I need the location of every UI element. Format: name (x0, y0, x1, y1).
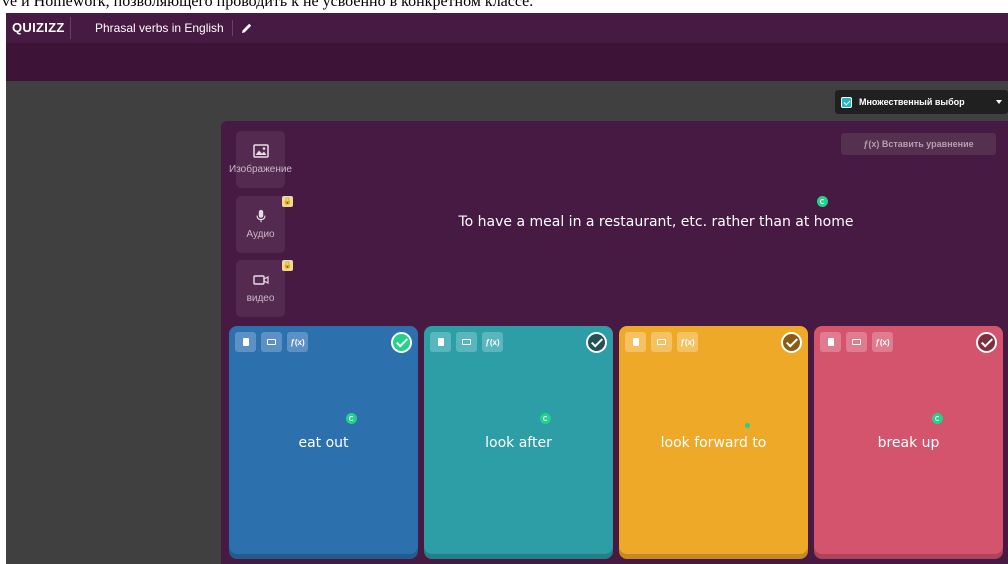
answer-options: ƒ(x) eat out ƒ(x) look after ƒ(x) look forwar… (229, 326, 1008, 559)
question-type-select[interactable]: Множественный выбор (835, 90, 1008, 114)
answer-toolbar: ƒ(x) (235, 332, 308, 352)
answer-image-button[interactable] (456, 332, 477, 352)
delete-answer-button[interactable] (820, 332, 841, 352)
video-icon (252, 275, 269, 285)
answer-text-input[interactable]: break up (814, 435, 1003, 451)
grammar-check-icon[interactable] (932, 413, 943, 424)
mark-correct-toggle[interactable] (976, 332, 997, 353)
image-icon (462, 339, 471, 345)
trash-icon (632, 338, 639, 346)
delete-answer-button[interactable] (625, 332, 646, 352)
delete-answer-button[interactable] (235, 332, 256, 352)
image-icon (267, 339, 276, 345)
answer-card[interactable]: ƒ(x) break up (814, 326, 1003, 559)
quiz-title[interactable]: Phrasal verbs in English (71, 20, 233, 36)
mark-correct-toggle[interactable] (586, 332, 607, 353)
chevron-down-icon (996, 100, 1002, 104)
question-editor: Изображение Аудио 🔒 видео 🔒 ƒ(x) Вставит… (221, 121, 1008, 564)
trash-icon (437, 338, 444, 346)
image-icon (252, 144, 269, 158)
grammar-check-icon[interactable] (540, 413, 551, 424)
answer-card[interactable]: ƒ(x) eat out (229, 326, 418, 559)
question-text-input[interactable]: To have a meal in a restaurant, etc. rat… (426, 214, 886, 230)
top-bar: QUIZIZZ Phrasal verbs in English (6, 13, 1008, 43)
answer-equation-button[interactable]: ƒ(x) (677, 332, 698, 352)
answer-card[interactable]: ƒ(x) look after (424, 326, 613, 559)
add-image-button[interactable]: Изображение (229, 131, 292, 188)
audio-label: Аудио (246, 229, 275, 240)
answer-image-button[interactable] (846, 332, 867, 352)
answer-equation-button[interactable]: ƒ(x) (287, 332, 308, 352)
pencil-icon[interactable] (241, 22, 253, 34)
answer-image-button[interactable] (261, 332, 282, 352)
answer-equation-button[interactable]: ƒ(x) (482, 332, 503, 352)
question-type-label: Множественный выбор (859, 97, 965, 107)
image-icon (852, 339, 861, 345)
mark-correct-toggle[interactable] (391, 332, 412, 353)
grammar-check-icon[interactable] (745, 423, 750, 428)
grammar-check-icon[interactable] (346, 413, 357, 424)
document-caption: ve и Homework, позволяющего проводить к … (2, 0, 534, 10)
answer-card[interactable]: ƒ(x) look forward to (619, 326, 808, 559)
answer-toolbar: ƒ(x) (430, 332, 503, 352)
grammar-check-icon[interactable] (817, 196, 828, 207)
answer-toolbar: ƒ(x) (625, 332, 698, 352)
insert-equation-button[interactable]: ƒ(x) Вставить уравнение (841, 133, 996, 155)
add-audio-button[interactable]: Аудио 🔒 (236, 196, 293, 253)
image-icon (657, 339, 666, 345)
premium-lock-icon: 🔒 (282, 196, 293, 207)
image-label: Изображение (229, 164, 292, 175)
app-logo[interactable]: QUIZIZZ (6, 17, 71, 39)
delete-answer-button[interactable] (430, 332, 451, 352)
trash-icon (827, 338, 834, 346)
add-video-button[interactable]: видео 🔒 (236, 260, 293, 317)
answer-text-input[interactable]: look after (424, 435, 613, 451)
trash-icon (242, 338, 249, 346)
answer-text-input[interactable]: eat out (229, 435, 418, 451)
answer-image-button[interactable] (651, 332, 672, 352)
answer-toolbar: ƒ(x) (820, 332, 893, 352)
video-label: видео (246, 293, 275, 304)
checkbox-icon (841, 96, 852, 108)
microphone-icon (255, 209, 266, 223)
answer-text-input[interactable]: look forward to (619, 435, 808, 451)
premium-lock-icon: 🔒 (282, 260, 293, 271)
secondary-toolbar (6, 43, 1008, 81)
mark-correct-toggle[interactable] (781, 332, 802, 353)
answer-equation-button[interactable]: ƒ(x) (872, 332, 893, 352)
